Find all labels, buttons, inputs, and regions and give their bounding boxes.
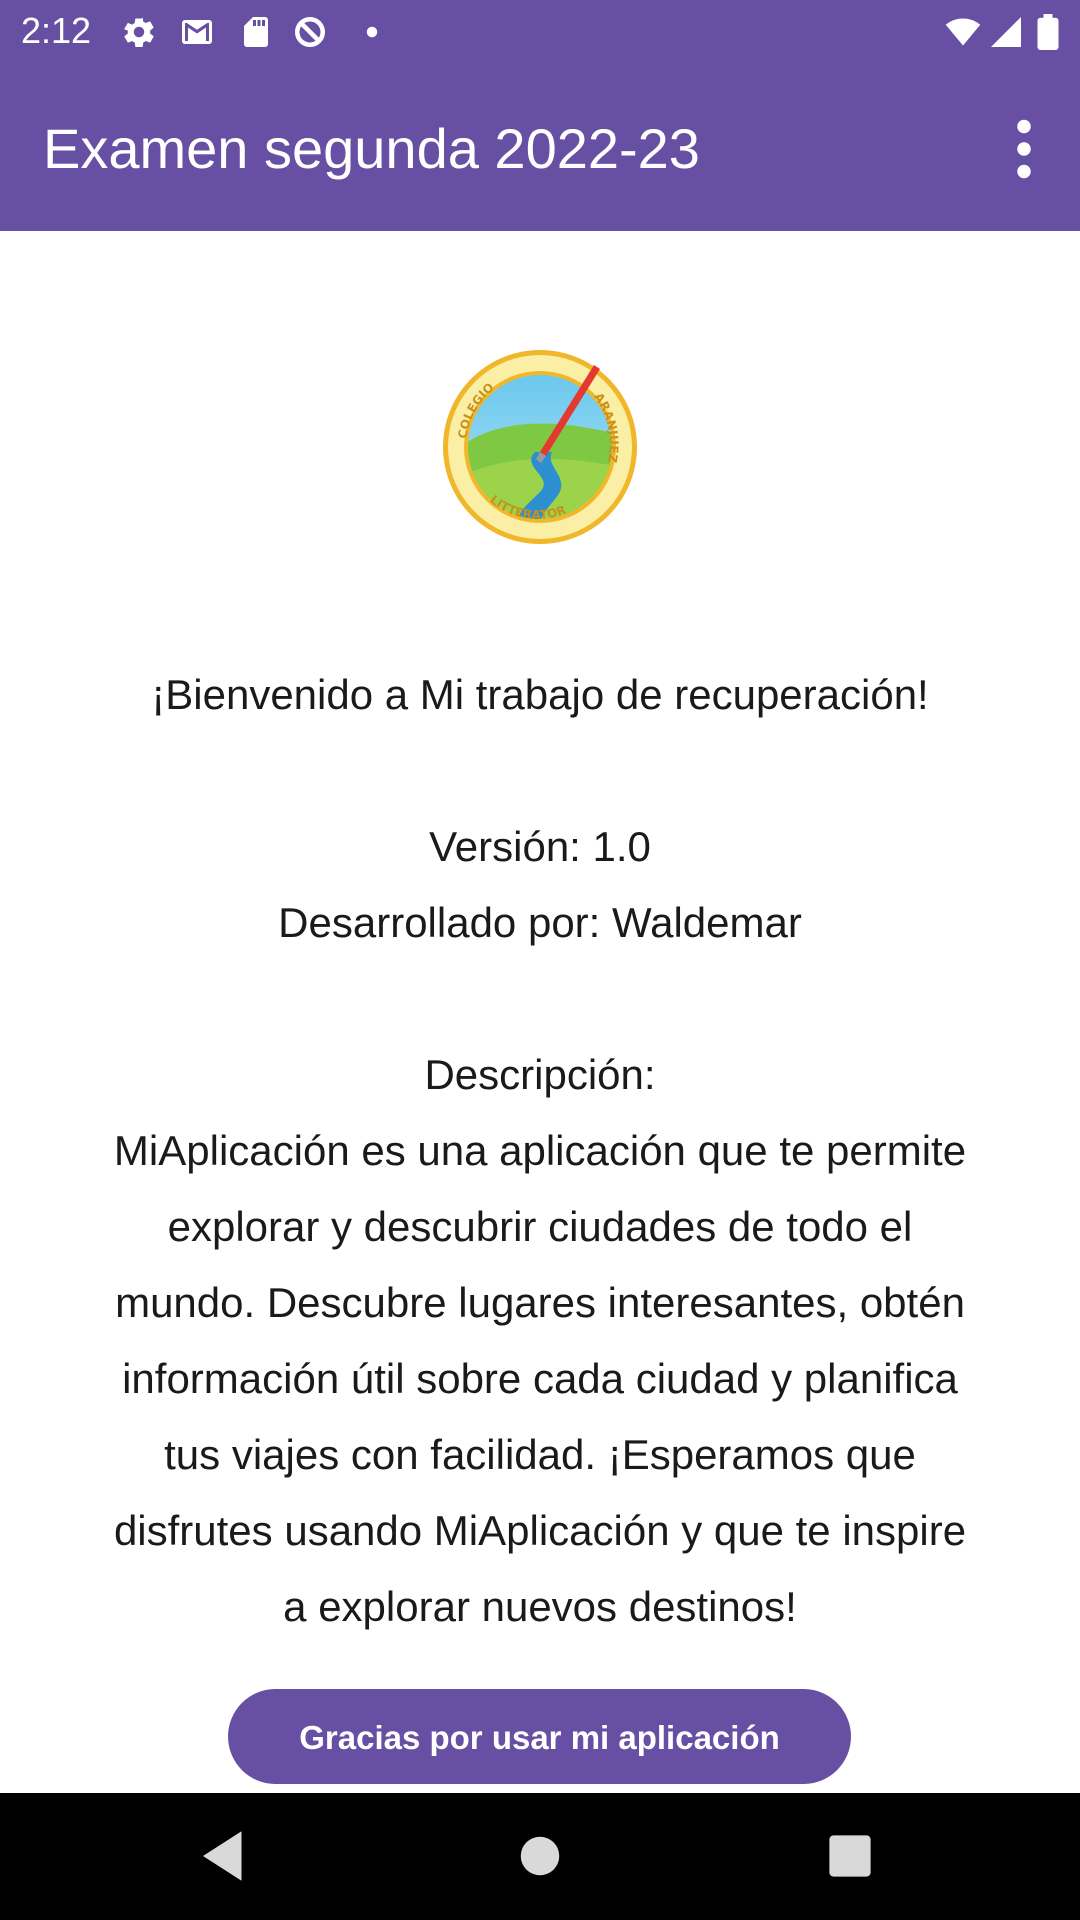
home-circle-icon[interactable] <box>507 1823 573 1889</box>
description-label: Descripción: <box>424 1051 656 1098</box>
description-line: tus viajes con facilidad. ¡Esperamos que <box>164 1431 916 1478</box>
page-title: Examen segunda 2022-23 <box>43 117 700 180</box>
navigation-bar <box>0 1793 1080 1920</box>
description-line: MiAplicación es una aplicación que te pe… <box>113 1127 967 1174</box>
description-line: explorar y descubrir ciudades de todo el <box>167 1203 913 1250</box>
welcome-text: ¡Bienvenido a Mi trabajo de recuperación… <box>151 671 929 718</box>
app-bar: Examen segunda 2022-23 <box>0 63 1080 231</box>
cellular-signal-icon <box>988 14 1024 50</box>
recents-square-icon[interactable] <box>817 1823 883 1889</box>
version-text: Versión: 1.0 <box>429 823 651 870</box>
sd-card-icon <box>238 14 274 50</box>
notification-dot-icon <box>362 14 382 50</box>
gmail-icon <box>176 14 218 50</box>
developer-text: Desarrollado por: Waldemar <box>278 899 802 946</box>
description-line: mundo. Descubre lugares interesantes, ob… <box>115 1279 965 1326</box>
back-triangle-icon[interactable] <box>192 1823 258 1889</box>
status-time: 2:12 <box>21 10 92 51</box>
description-line: información útil sobre cada ciudad y pla… <box>122 1355 958 1402</box>
screen: 2:12 Examen segunda 2022-23 COLEGIO LITT… <box>0 0 1080 1920</box>
status-bar: 2:12 <box>0 0 1080 63</box>
thanks-button[interactable]: Gracias por usar mi aplicación <box>228 1689 851 1784</box>
description-line: disfrutes usando MiAplicación y que te i… <box>113 1507 967 1554</box>
battery-icon <box>1035 14 1061 50</box>
settings-icon <box>121 14 157 50</box>
wifi-icon <box>942 14 984 50</box>
school-logo: COLEGIO LITTERATOR ARANJUEZ <box>440 347 640 547</box>
description-line: a explorar nuevos destinos! <box>283 1583 797 1630</box>
data-saver-icon <box>292 14 328 50</box>
more-vertical-icon[interactable] <box>1000 113 1048 185</box>
